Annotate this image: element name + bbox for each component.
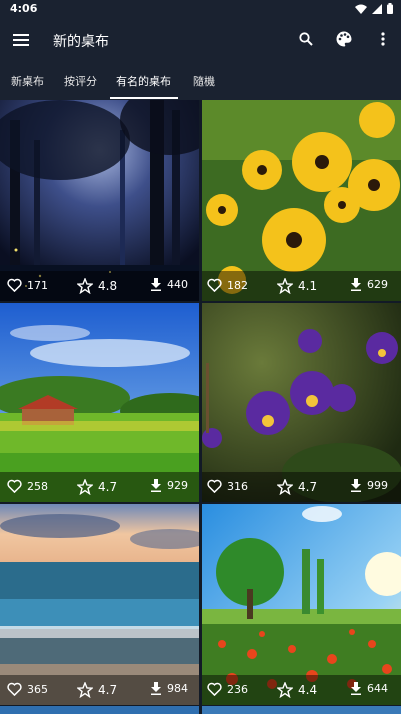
wallpaper-tile[interactable] bbox=[202, 706, 401, 714]
star-icon bbox=[277, 479, 293, 495]
rating-value: 4.7 bbox=[298, 480, 318, 494]
wallpaper-grid: 171 4.8 440 182 4.1 629 258 4.7 929 316 … bbox=[0, 100, 401, 714]
like-stat[interactable]: 316 bbox=[207, 479, 248, 493]
rating-stat[interactable]: 4.7 bbox=[277, 479, 317, 495]
wallpaper-tile[interactable]: 365 4.7 984 bbox=[0, 504, 199, 705]
rating-stat[interactable]: 4.1 bbox=[277, 278, 317, 294]
tab-new[interactable]: 新桌布 bbox=[11, 73, 44, 89]
download-icon bbox=[151, 479, 161, 492]
rating-value: 4.4 bbox=[298, 683, 318, 697]
rating-stat[interactable]: 4.8 bbox=[77, 278, 117, 294]
like-stat[interactable]: 236 bbox=[207, 682, 248, 696]
app-title: 新的桌布 bbox=[53, 34, 109, 50]
rating-stat[interactable]: 4.4 bbox=[277, 682, 317, 698]
tile-stats-bar: 171 4.8 440 bbox=[0, 271, 199, 301]
tile-stats-bar: 316 4.7 999 bbox=[202, 472, 401, 502]
download-stat[interactable]: 999 bbox=[350, 479, 388, 492]
download-count: 629 bbox=[367, 278, 388, 291]
star-icon bbox=[77, 682, 93, 698]
like-stat[interactable]: 258 bbox=[7, 479, 48, 493]
star-icon bbox=[277, 682, 293, 698]
download-count: 999 bbox=[367, 479, 388, 492]
like-stat[interactable]: 171 bbox=[7, 278, 48, 292]
tab-indicator bbox=[110, 97, 178, 99]
search-icon[interactable] bbox=[292, 25, 320, 53]
heart-icon bbox=[7, 682, 22, 696]
download-icon bbox=[351, 479, 361, 492]
menu-icon[interactable] bbox=[7, 26, 35, 54]
status-time: 4:06 bbox=[10, 2, 38, 15]
wifi-icon bbox=[355, 4, 367, 14]
rating-stat[interactable]: 4.7 bbox=[77, 682, 117, 698]
download-stat[interactable]: 929 bbox=[150, 479, 188, 492]
status-icons bbox=[355, 3, 393, 14]
tile-stats-bar: 182 4.1 629 bbox=[202, 271, 401, 301]
star-icon bbox=[277, 278, 293, 294]
palette-icon[interactable] bbox=[330, 25, 358, 53]
heart-icon bbox=[7, 278, 22, 292]
status-bar: 4:06 bbox=[0, 0, 401, 18]
download-count: 929 bbox=[167, 479, 188, 492]
tab-by-rating[interactable]: 按评分 bbox=[64, 73, 97, 89]
rating-value: 4.1 bbox=[298, 279, 318, 293]
download-stat[interactable]: 984 bbox=[150, 682, 188, 695]
download-icon bbox=[351, 278, 361, 291]
like-count: 316 bbox=[227, 479, 248, 493]
like-stat[interactable]: 365 bbox=[7, 682, 48, 696]
rating-stat[interactable]: 4.7 bbox=[77, 479, 117, 495]
download-icon bbox=[351, 682, 361, 695]
star-icon bbox=[77, 479, 93, 495]
app-bar: 新的桌布 bbox=[0, 18, 401, 62]
tab-famous[interactable]: 有名的桌布 bbox=[116, 73, 171, 89]
tab-bar: 新桌布 按评分 有名的桌布 隨機 bbox=[0, 62, 401, 100]
tile-stats-bar: 365 4.7 984 bbox=[0, 675, 199, 705]
download-icon bbox=[151, 278, 161, 291]
like-count: 171 bbox=[27, 278, 48, 292]
signal-icon bbox=[372, 3, 382, 14]
tile-stats-bar: 236 4.4 644 bbox=[202, 675, 401, 705]
wallpaper-tile[interactable]: 316 4.7 999 bbox=[202, 303, 401, 502]
wallpaper-tile[interactable] bbox=[0, 706, 199, 714]
tile-stats-bar: 258 4.7 929 bbox=[0, 472, 199, 502]
like-stat[interactable]: 182 bbox=[207, 278, 248, 292]
download-stat[interactable]: 644 bbox=[350, 682, 388, 695]
wallpaper-tile[interactable]: 258 4.7 929 bbox=[0, 303, 199, 502]
rating-value: 4.7 bbox=[98, 480, 118, 494]
rating-value: 4.7 bbox=[98, 683, 118, 697]
download-count: 440 bbox=[167, 278, 188, 291]
heart-icon bbox=[207, 278, 222, 292]
rating-value: 4.8 bbox=[98, 279, 118, 293]
like-count: 258 bbox=[27, 479, 48, 493]
like-count: 236 bbox=[227, 682, 248, 696]
more-vert-icon[interactable] bbox=[369, 25, 397, 53]
like-count: 182 bbox=[227, 278, 248, 292]
like-count: 365 bbox=[27, 682, 48, 696]
download-stat[interactable]: 440 bbox=[150, 278, 188, 291]
battery-icon bbox=[387, 3, 393, 14]
download-count: 984 bbox=[167, 682, 188, 695]
tab-random[interactable]: 隨機 bbox=[193, 73, 215, 89]
download-count: 644 bbox=[367, 682, 388, 695]
wallpaper-tile[interactable]: 182 4.1 629 bbox=[202, 100, 401, 301]
download-icon bbox=[151, 682, 161, 695]
heart-icon bbox=[207, 479, 222, 493]
heart-icon bbox=[7, 479, 22, 493]
wallpaper-tile[interactable]: 171 4.8 440 bbox=[0, 100, 199, 301]
star-icon bbox=[77, 278, 93, 294]
heart-icon bbox=[207, 682, 222, 696]
download-stat[interactable]: 629 bbox=[350, 278, 388, 291]
wallpaper-tile[interactable]: 236 4.4 644 bbox=[202, 504, 401, 705]
